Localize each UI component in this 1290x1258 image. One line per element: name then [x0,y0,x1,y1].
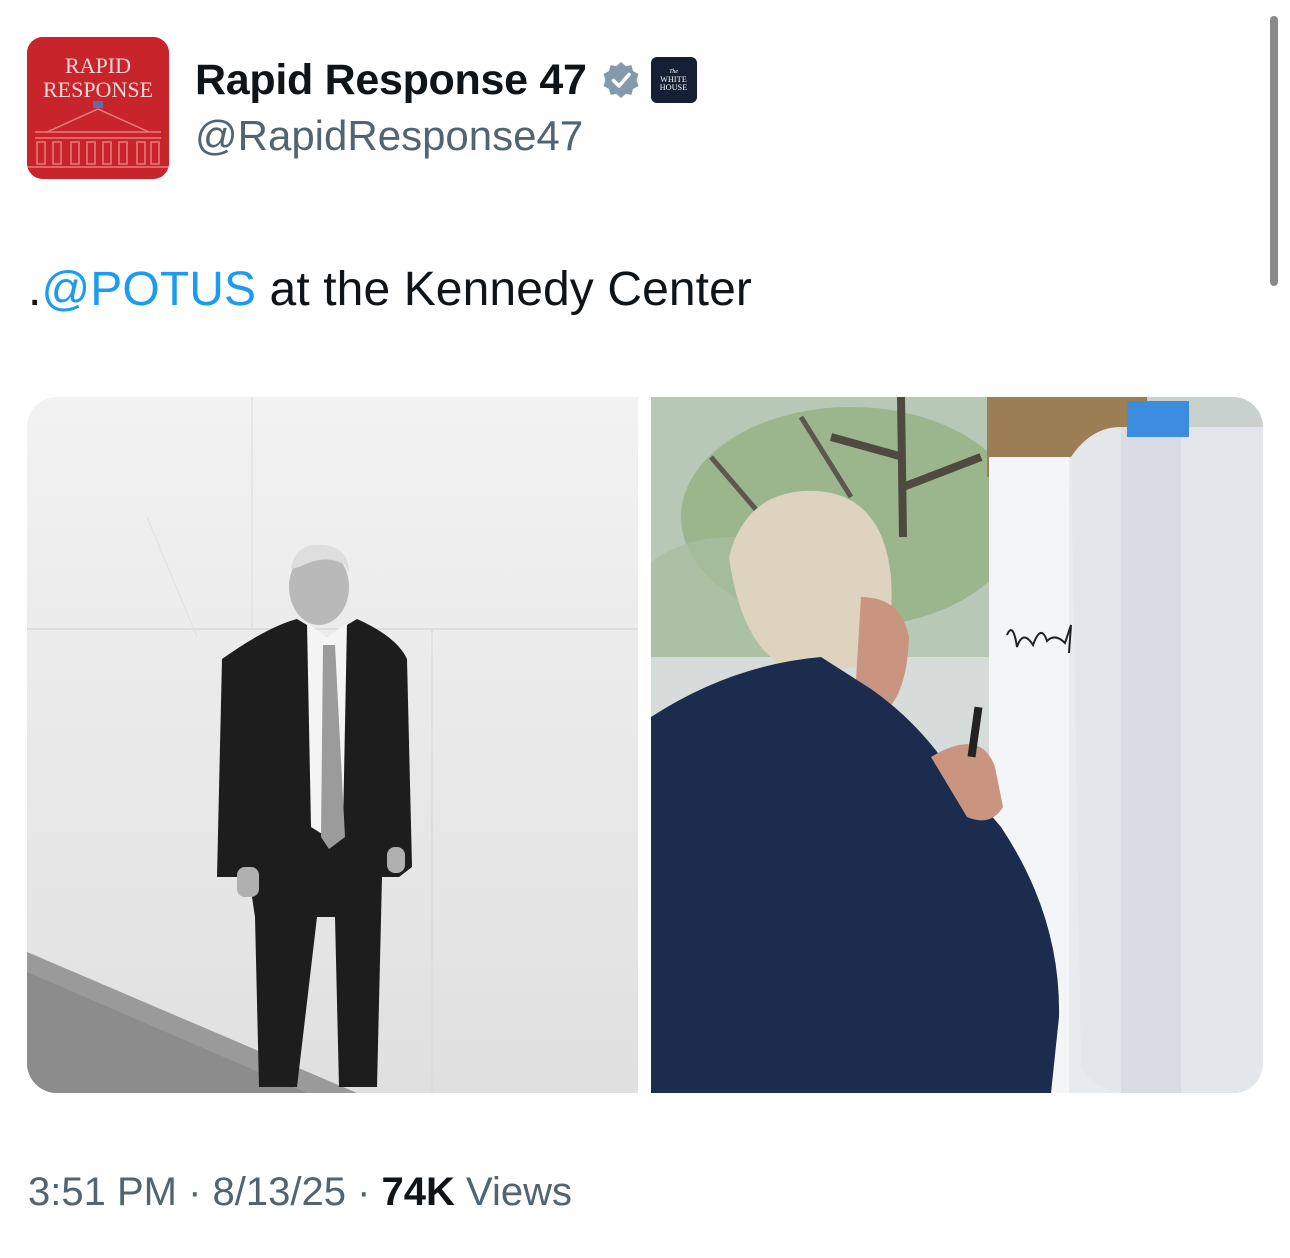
meta-separator: · [345,1170,382,1214]
tweet-meta: 3:51 PM · 8/13/25 · 74K Views [28,1170,572,1215]
avatar[interactable]: RAPID RESPONSE [27,37,169,179]
tweet-text-rest: at the Kennedy Center [256,263,752,316]
photo-bw-portrait[interactable] [27,397,638,1093]
author-name-row: Rapid Response 47 The WHITE HOUSE [195,52,697,108]
meta-separator: · [176,1170,213,1214]
tweet-text: .@POTUS at the Kennedy Center [28,262,752,317]
affiliation-the: The [669,68,679,75]
display-name[interactable]: Rapid Response 47 [195,56,587,105]
verified-badge-icon[interactable] [601,60,641,100]
author-handle[interactable]: @RapidResponse47 [195,112,583,160]
avatar-text-top: RAPID [65,53,131,78]
tweet-time[interactable]: 3:51 PM [28,1170,177,1214]
views-label: Views [454,1170,573,1214]
media-grid [27,397,1263,1093]
white-house-affiliation-badge[interactable]: The WHITE HOUSE [650,57,697,103]
tweet-date[interactable]: 8/13/25 [213,1170,346,1214]
views-count[interactable]: 74K [382,1170,455,1214]
photo-signing-beam[interactable] [651,397,1263,1093]
scrollbar[interactable] [1270,16,1278,286]
avatar-text-bottom: RESPONSE [43,77,153,102]
mention-link[interactable]: @POTUS [41,263,256,316]
tweet-text-prefix: . [28,263,42,316]
affiliation-name: WHITE HOUSE [659,74,688,92]
